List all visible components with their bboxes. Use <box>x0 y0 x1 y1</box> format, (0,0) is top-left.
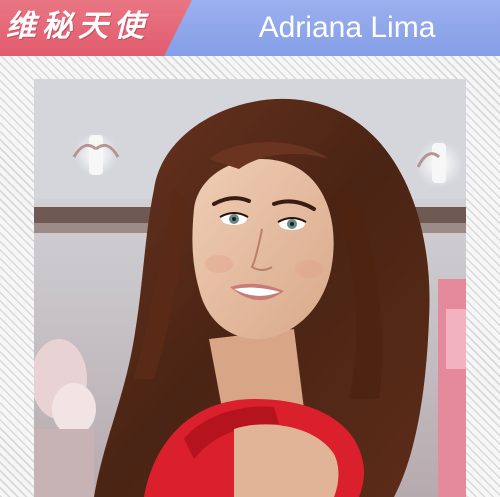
model-name: Adriana Lima <box>258 11 436 44</box>
portrait-illustration <box>34 79 466 497</box>
portrait-photo <box>34 79 466 497</box>
header-banner: 维秘天使 Adriana Lima <box>0 0 500 56</box>
brand-title: 维秘天使 <box>6 9 150 44</box>
